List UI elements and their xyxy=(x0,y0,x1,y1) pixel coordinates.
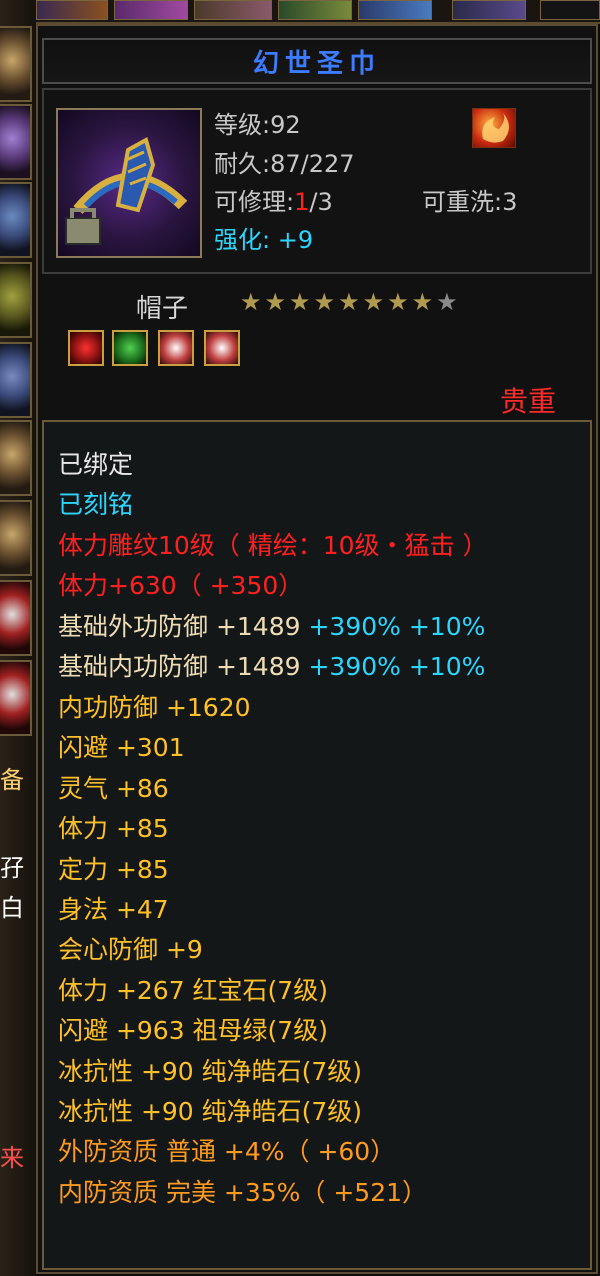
star-filled-icon: ★ xyxy=(240,288,262,316)
top-icon-strip xyxy=(0,0,600,24)
top-slot-icon[interactable] xyxy=(358,0,432,20)
inventory-slot[interactable] xyxy=(0,262,32,338)
inner-aptitude: 内防资质 完美 +35%（ +521） xyxy=(58,1178,428,1207)
inventory-slot[interactable] xyxy=(0,26,32,102)
top-slot-icon[interactable] xyxy=(114,0,188,20)
left-panel-label[interactable]: 备 xyxy=(0,768,24,792)
diamond-gem-icon[interactable] xyxy=(158,330,194,366)
star-filled-icon: ★ xyxy=(289,288,311,316)
inventory-slot[interactable] xyxy=(0,660,32,736)
item-durability: 耐久:87/227 xyxy=(214,150,355,178)
left-panel-label: 白 xyxy=(0,894,24,922)
carving-attribute: 体力雕纹10级（ 精绘：10级・猛击 ） xyxy=(58,531,488,560)
stamina-attribute: 体力 +85 xyxy=(58,814,169,843)
gem-attribute-diamond: 冰抗性 +90 纯净皓石(7级) xyxy=(58,1097,363,1126)
left-panel-label: 来 xyxy=(0,1144,24,1172)
inventory-slot[interactable] xyxy=(0,580,32,656)
repair-count: 1 xyxy=(294,188,310,216)
star-filled-icon: ★ xyxy=(264,288,287,316)
base-outer-defense-text: 基础外功防御 +1489 xyxy=(58,612,301,641)
inventory-slot[interactable] xyxy=(0,182,32,258)
diamond-gem-icon[interactable] xyxy=(204,330,240,366)
engraved-status: 已刻铭 xyxy=(58,490,134,519)
item-title: 幻世圣巾 xyxy=(252,48,381,79)
repair-prefix: 可修理: xyxy=(214,188,295,216)
helmet-crescent-icon[interactable] xyxy=(56,108,202,258)
bound-status: 已绑定 xyxy=(58,450,134,479)
emerald-gem-icon[interactable] xyxy=(112,330,148,366)
ruby-gem-icon[interactable] xyxy=(68,330,104,366)
top-slot-icon[interactable] xyxy=(452,0,526,20)
precious-label: 贵重 xyxy=(500,385,557,418)
item-strengthen: 强化: +9 xyxy=(214,226,314,254)
inner-defense: 内功防御 +1620 xyxy=(58,693,251,722)
base-inner-defense-bonus: +390% +10% xyxy=(308,652,486,681)
star-filled-icon: ★ xyxy=(338,288,360,316)
top-slot-icon[interactable] xyxy=(36,0,108,20)
inventory-slot[interactable] xyxy=(0,420,32,496)
gem-attribute-ruby: 体力 +267 红宝石(7级) xyxy=(58,976,328,1005)
star-filled-icon: ★ xyxy=(362,288,385,316)
star-filled-icon: ★ xyxy=(411,288,434,316)
spirit-attribute: 灵气 +86 xyxy=(58,774,169,803)
left-panel-label: 孖 xyxy=(0,854,24,882)
star-filled-icon: ★ xyxy=(313,288,336,316)
focus-attribute: 定力 +85 xyxy=(58,855,169,884)
agility-attribute: 身法 +47 xyxy=(58,895,169,924)
base-inner-defense-text: 基础内功防御 +1489 xyxy=(58,652,301,681)
crit-defense-attribute: 会心防御 +9 xyxy=(58,935,203,964)
top-slot-icon[interactable] xyxy=(540,0,600,20)
star-filled-icon: ★ xyxy=(387,288,409,316)
item-repair: 可修理:1/3 xyxy=(214,190,333,214)
item-type: 帽子 xyxy=(136,294,189,324)
item-title-bar: 幻世圣巾 xyxy=(42,38,592,84)
base-inner-defense: 基础内功防御 +1489 +390% +10% xyxy=(58,654,485,679)
repair-suffix: /3 xyxy=(309,188,333,216)
flame-badge-icon[interactable] xyxy=(472,108,516,148)
star-empty-icon: ★ xyxy=(436,288,458,316)
item-level: 等级:92 xyxy=(214,111,301,139)
top-slot-icon[interactable] xyxy=(194,0,272,20)
outer-aptitude: 外防资质 普通 +4%（ +60） xyxy=(58,1137,396,1166)
item-rewash: 可重洗:3 xyxy=(422,188,518,216)
left-inventory-strip: 备 孖 白 来 xyxy=(0,0,36,1276)
gem-attribute-diamond: 冰抗性 +90 纯净皓石(7级) xyxy=(58,1057,363,1086)
top-slot-icon[interactable] xyxy=(278,0,352,20)
base-outer-defense-bonus: +390% +10% xyxy=(308,612,486,641)
inventory-slot[interactable] xyxy=(0,500,32,576)
inventory-slot[interactable] xyxy=(0,104,32,180)
base-outer-defense: 基础外功防御 +1489 +390% +10% xyxy=(58,614,485,639)
stamina-total-attribute: 体力+630（ +350） xyxy=(58,571,304,600)
star-rating: ★ ★ ★ ★ ★ ★ ★ ★ ★ xyxy=(240,290,458,314)
inventory-slot[interactable] xyxy=(0,342,32,418)
dodge-attribute: 闪避 +301 xyxy=(58,733,185,762)
gem-attribute-emerald: 闪避 +963 祖母绿(7级) xyxy=(58,1016,328,1045)
